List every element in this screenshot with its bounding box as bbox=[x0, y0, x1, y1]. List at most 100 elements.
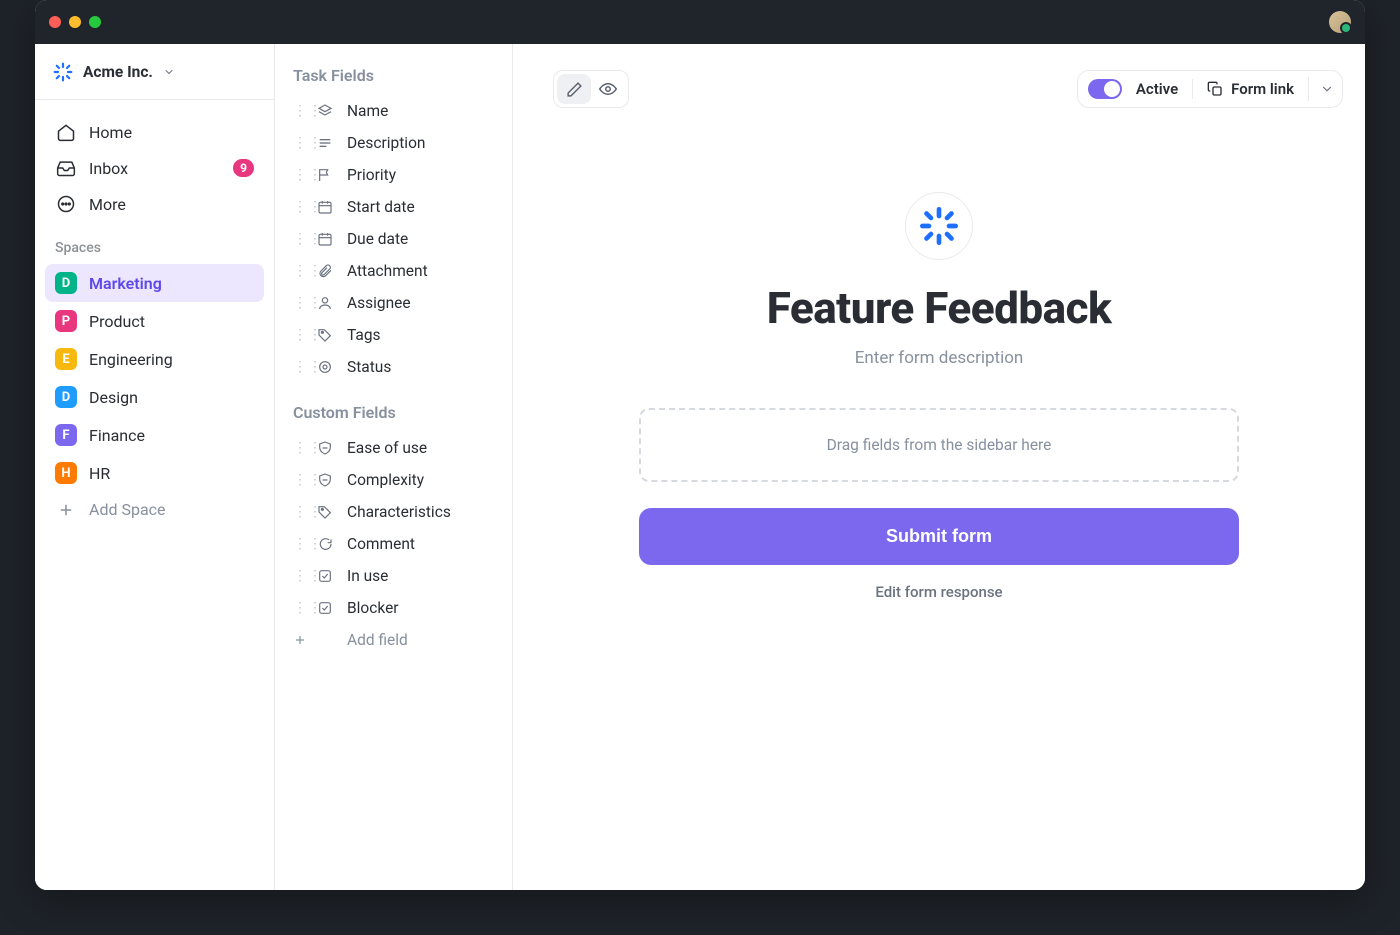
nav-home-label: Home bbox=[89, 123, 132, 142]
drag-handle-icon[interactable]: ⋮⋮ bbox=[293, 135, 305, 151]
space-name: Product bbox=[89, 312, 145, 331]
layers-icon bbox=[317, 103, 335, 119]
add-space-button[interactable]: Add Space bbox=[45, 492, 264, 527]
space-avatar: F bbox=[55, 424, 77, 446]
nav-home[interactable]: Home bbox=[45, 114, 264, 150]
space-item-product[interactable]: P Product bbox=[45, 302, 264, 340]
form-link-button[interactable]: Form link bbox=[1207, 80, 1294, 98]
drag-handle-icon[interactable]: ⋮⋮ bbox=[293, 600, 305, 616]
task-field-description[interactable]: ⋮⋮Description bbox=[283, 127, 504, 159]
field-label: Assignee bbox=[347, 294, 411, 312]
drag-handle-icon[interactable]: ⋮⋮ bbox=[293, 167, 305, 183]
space-name: HR bbox=[89, 464, 110, 483]
space-avatar: D bbox=[55, 386, 77, 408]
person-icon bbox=[317, 295, 335, 311]
form-title[interactable]: Feature Feedback bbox=[639, 282, 1239, 334]
submit-button[interactable]: Submit form bbox=[639, 508, 1239, 565]
form-link-dropdown[interactable] bbox=[1308, 77, 1332, 101]
active-toggle[interactable] bbox=[1088, 79, 1122, 99]
space-avatar: D bbox=[55, 272, 77, 294]
space-avatar: P bbox=[55, 310, 77, 332]
custom-field-characteristics[interactable]: ⋮⋮ Characteristics bbox=[283, 496, 504, 528]
copy-icon bbox=[1207, 81, 1223, 97]
space-name: Engineering bbox=[89, 350, 173, 369]
workspace-switcher[interactable]: Acme Inc. bbox=[35, 44, 274, 100]
field-label: Attachment bbox=[347, 262, 428, 280]
plus-icon bbox=[55, 501, 77, 519]
add-space-label: Add Space bbox=[89, 500, 166, 519]
drag-handle-icon[interactable]: ⋮⋮ bbox=[293, 231, 305, 247]
drag-handle-icon[interactable]: ⋮⋮ bbox=[293, 263, 305, 279]
custom-field-ease-of-use[interactable]: ⋮⋮Ease of use bbox=[283, 432, 504, 464]
space-avatar: H bbox=[55, 462, 77, 484]
sidebar: Acme Inc. Home Inbox 9 bbox=[35, 44, 275, 890]
preview-mode-button[interactable] bbox=[591, 74, 625, 104]
drag-handle-icon[interactable]: ⋮⋮ bbox=[293, 327, 305, 343]
field-label: Start date bbox=[347, 198, 415, 216]
space-item-hr[interactable]: H HR bbox=[45, 454, 264, 492]
nav-inbox-label: Inbox bbox=[89, 159, 128, 178]
space-item-finance[interactable]: F Finance bbox=[45, 416, 264, 454]
form-logo[interactable] bbox=[905, 192, 973, 260]
drag-handle-icon[interactable]: ⋮⋮ bbox=[293, 472, 305, 488]
field-label: Tags bbox=[347, 326, 381, 344]
more-icon bbox=[55, 194, 77, 214]
drag-handle-icon[interactable]: ⋮⋮ bbox=[293, 199, 305, 215]
custom-field-in-use[interactable]: ⋮⋮In use bbox=[283, 560, 504, 592]
drag-handle-icon[interactable]: ⋮⋮ bbox=[293, 568, 305, 584]
space-name: Design bbox=[89, 388, 138, 407]
task-field-name[interactable]: ⋮⋮ Name bbox=[283, 95, 504, 127]
task-field-due-date[interactable]: ⋮⋮Due date bbox=[283, 223, 504, 255]
eye-icon bbox=[599, 80, 617, 98]
form-dropzone[interactable]: Drag fields from the sidebar here bbox=[639, 408, 1239, 482]
form-toolbar: Active Form link bbox=[1077, 70, 1343, 108]
drag-handle-icon[interactable]: ⋮⋮ bbox=[293, 359, 305, 375]
form-description-placeholder[interactable]: Enter form description bbox=[639, 348, 1239, 368]
edit-form-response-link[interactable]: Edit form response bbox=[639, 583, 1239, 601]
space-item-marketing[interactable]: DMarketing bbox=[45, 264, 264, 302]
drag-handle-icon[interactable]: ⋮⋮ bbox=[293, 504, 305, 520]
user-avatar[interactable] bbox=[1329, 11, 1351, 33]
window-controls bbox=[49, 16, 101, 28]
chevron-down-icon bbox=[1320, 82, 1334, 96]
drag-handle-icon[interactable]: ⋮⋮ bbox=[293, 295, 305, 311]
date-icon bbox=[317, 199, 335, 215]
nav-more[interactable]: More bbox=[45, 186, 264, 222]
task-field-priority[interactable]: ⋮⋮Priority bbox=[283, 159, 504, 191]
custom-field-blocker[interactable]: ⋮⋮Blocker bbox=[283, 592, 504, 624]
custom-field-comment[interactable]: ⋮⋮ Comment bbox=[283, 528, 504, 560]
add-field-label: Add field bbox=[347, 631, 408, 649]
space-name: Finance bbox=[89, 426, 145, 445]
task-field-start-date[interactable]: ⋮⋮ Start date bbox=[283, 191, 504, 223]
field-label: Complexity bbox=[347, 471, 424, 489]
task-field-assignee[interactable]: ⋮⋮ Assignee bbox=[283, 287, 504, 319]
plus-icon bbox=[293, 633, 305, 647]
maximize-window-button[interactable] bbox=[89, 16, 101, 28]
inbox-badge: 9 bbox=[233, 159, 254, 177]
space-item-design[interactable]: D Design bbox=[45, 378, 264, 416]
inbox-icon bbox=[55, 158, 77, 178]
add-field-button[interactable]: Add field bbox=[283, 624, 504, 656]
field-label: Characteristics bbox=[347, 503, 451, 521]
minimize-window-button[interactable] bbox=[69, 16, 81, 28]
field-label: Comment bbox=[347, 535, 415, 553]
space-item-engineering[interactable]: EEngineering bbox=[45, 340, 264, 378]
custom-field-complexity[interactable]: ⋮⋮ Complexity bbox=[283, 464, 504, 496]
home-icon bbox=[55, 122, 77, 142]
task-field-tags[interactable]: ⋮⋮ Tags bbox=[283, 319, 504, 351]
task-field-attachment[interactable]: ⋮⋮ Attachment bbox=[283, 255, 504, 287]
task-field-status[interactable]: ⋮⋮ Status bbox=[283, 351, 504, 383]
nav-inbox[interactable]: Inbox 9 bbox=[45, 150, 264, 186]
edit-mode-button[interactable] bbox=[557, 74, 591, 104]
check-icon bbox=[317, 568, 335, 584]
mode-toolbar bbox=[553, 70, 629, 108]
field-label: Status bbox=[347, 358, 391, 376]
shield-icon bbox=[317, 472, 335, 488]
field-label: Name bbox=[347, 102, 388, 120]
drag-handle-icon[interactable]: ⋮⋮ bbox=[293, 536, 305, 552]
close-window-button[interactable] bbox=[49, 16, 61, 28]
workspace-name: Acme Inc. bbox=[83, 63, 153, 81]
drag-handle-icon[interactable]: ⋮⋮ bbox=[293, 440, 305, 456]
drag-handle-icon[interactable]: ⋮⋮ bbox=[293, 103, 305, 119]
form-link-label: Form link bbox=[1231, 80, 1294, 98]
